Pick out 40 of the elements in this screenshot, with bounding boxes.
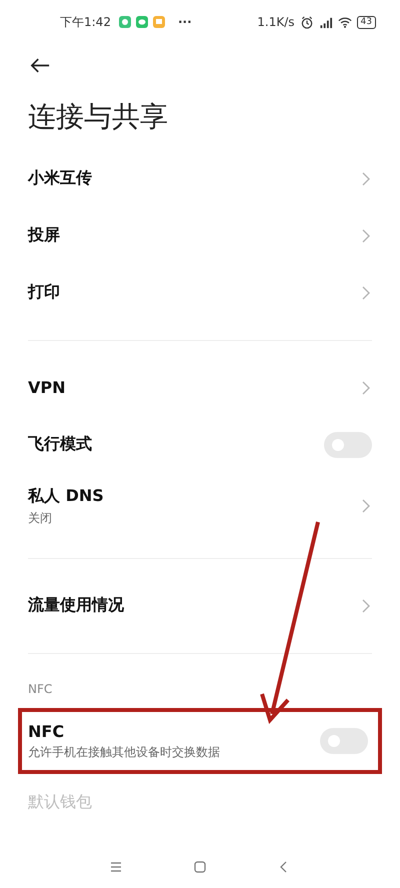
item-title: 流量使用情况 <box>28 595 125 616</box>
chevron-icon <box>362 228 370 242</box>
alarm-icon <box>300 16 314 28</box>
settings-item[interactable]: 流量使用情况 <box>18 577 382 634</box>
home-icon[interactable] <box>194 861 206 873</box>
item-title: 飞行模式 <box>28 434 93 455</box>
note-icon <box>152 16 165 28</box>
section-header: NFC <box>27 681 54 698</box>
item-title: NFC <box>28 722 66 740</box>
app-icon <box>118 16 131 28</box>
item-title: 投屏 <box>28 225 61 246</box>
item-title: 打印 <box>28 282 61 303</box>
item-title: 私人 DNS <box>28 486 105 506</box>
page-title: 连接与共享 <box>28 99 169 135</box>
chevron-icon <box>362 286 370 300</box>
settings-item[interactable]: 私人 DNS 关闭 <box>18 473 382 539</box>
status-time: 下午1:42 <box>60 14 111 30</box>
chevron-icon <box>362 499 370 513</box>
settings-item[interactable]: 飞行模式 <box>18 416 382 473</box>
wifi-icon <box>338 16 352 28</box>
item-subtitle: 允许手机在接触其他设备时交换数据 <box>28 744 221 760</box>
item-title: VPN <box>28 378 66 397</box>
chat-icon <box>136 16 148 28</box>
chevron-icon <box>362 598 370 612</box>
back-icon[interactable] <box>30 58 50 72</box>
item-title: 小米互传 <box>28 168 93 189</box>
settings-item[interactable]: 投屏 <box>18 207 382 264</box>
battery-level: 43 <box>356 16 376 28</box>
settings-item[interactable]: VPN <box>18 359 382 416</box>
chevron-icon <box>362 380 370 394</box>
status-more: ··· <box>178 15 192 29</box>
item-title: 默认钱包 <box>28 792 93 813</box>
chevron-icon <box>362 172 370 186</box>
settings-item[interactable]: 打印 <box>18 264 382 321</box>
network-speed: 1.1K/s <box>257 15 295 29</box>
settings-item[interactable]: NFC 允许手机在接触其他设备时交换数据 <box>18 708 382 774</box>
item-subtitle: 关闭 <box>28 510 53 526</box>
menu-icon[interactable] <box>110 861 122 873</box>
signal-icon <box>318 16 333 28</box>
settings-item[interactable]: 小米互传 <box>18 150 382 207</box>
